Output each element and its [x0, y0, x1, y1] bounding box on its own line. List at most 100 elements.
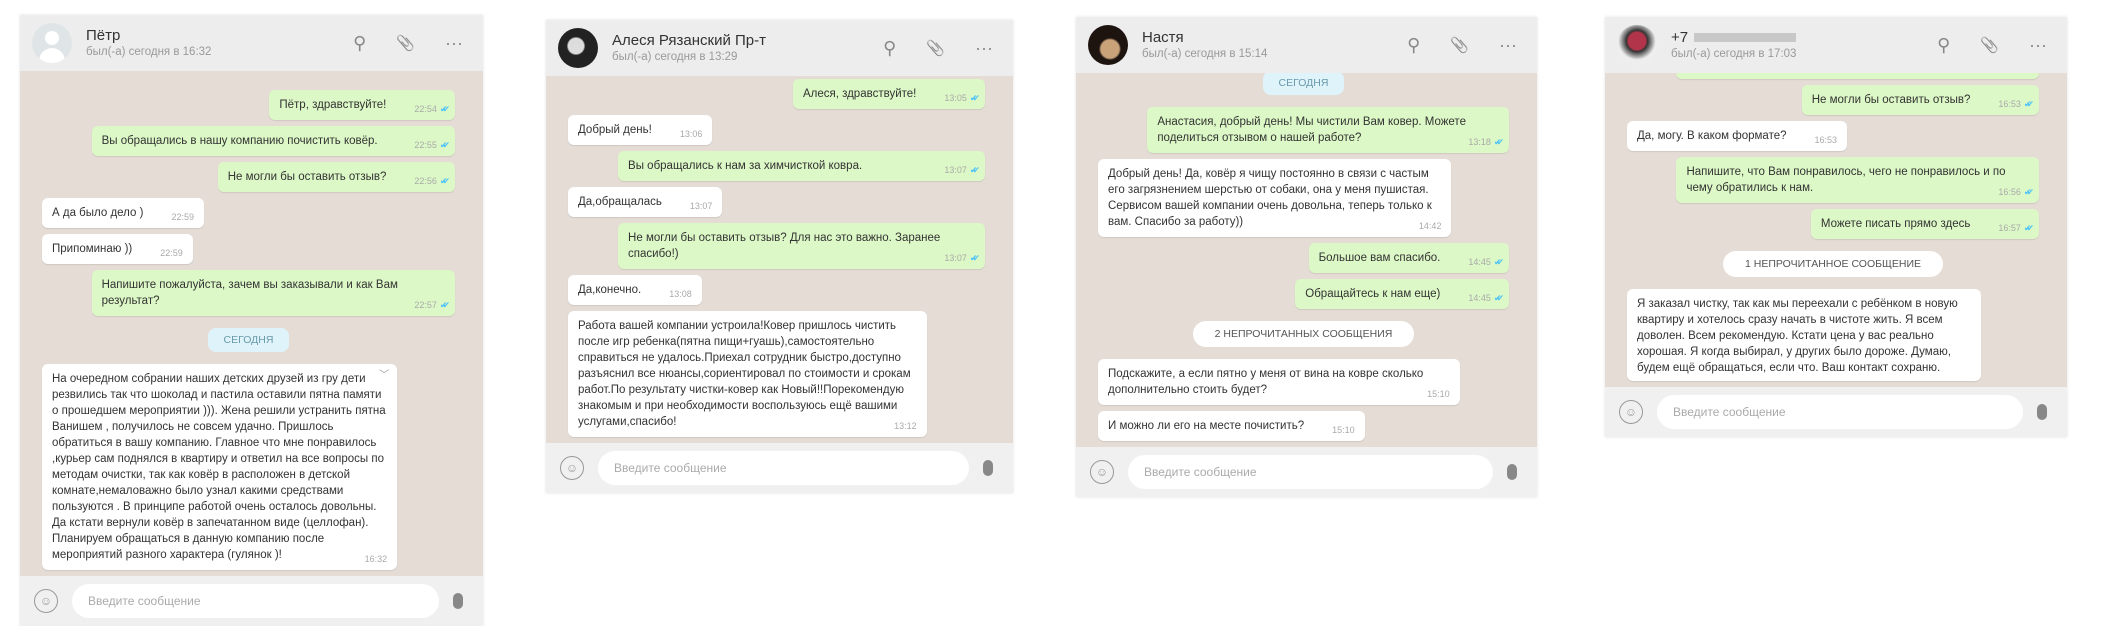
outgoing-message[interactable]: Обращайтесь к нам еще) 14:45 ✔✔ — [1295, 279, 1509, 309]
incoming-message[interactable]: Подскажите, а если пятно у меня от вина … — [1098, 359, 1460, 405]
message-text: Алеся, здравствуйте! — [802, 88, 917, 100]
outgoing-message[interactable]: Напишите пожалуйста, зачем вы заказывали… — [91, 270, 455, 316]
message-list[interactable]: Пётр, здравствуйте! 22:54 ✔✔ Вы обращались … — [20, 71, 483, 576]
contact-info[interactable]: +7 был(-а) сегодня в 17:03 — [1671, 29, 1937, 62]
message-time: 22:56 — [414, 176, 437, 186]
search-icon[interactable]: ⚲ — [1937, 35, 1950, 56]
message-input-placeholder: Введите сообщение — [614, 461, 727, 475]
double-check-icon: ✔✔ — [439, 176, 450, 186]
message-time: 13:12 — [894, 421, 917, 431]
message-time: 16:53 — [1998, 99, 2021, 109]
outgoing-message[interactable]: Можете писать прямо здесь 16:57 ✔✔ — [1810, 209, 2039, 239]
message-meta: 13:06 — [680, 128, 703, 140]
outgoing-message[interactable]: Не могли бы оставить отзыв? 16:53 ✔✔ — [1801, 85, 2039, 115]
search-icon[interactable]: ⚲ — [1407, 35, 1420, 56]
message-time: 16:53 — [1814, 135, 1838, 145]
emoji-icon[interactable]: ☺ — [560, 456, 584, 480]
message-text: Я заказал чистку, так как мы переехали с… — [1637, 298, 1958, 374]
message-time: 22:59 — [160, 248, 183, 258]
message-time: 22:59 — [171, 212, 194, 222]
message-meta: 13:12 — [894, 420, 917, 432]
message-text: Не могли бы оставить отзыв? — [227, 171, 387, 183]
incoming-message[interactable]: И можно ли его на месте почистить? 15:10 — [1098, 411, 1365, 441]
avatar[interactable] — [32, 23, 72, 63]
incoming-message[interactable]: ﹀ На очередном собрании наших детских дру… — [42, 364, 398, 570]
outgoing-message[interactable]: Не могли бы оставить отзыв? 22:56 ✔✔ — [217, 162, 455, 192]
double-check-icon: ✔✔ — [2023, 223, 2034, 233]
incoming-message[interactable]: Да, могу. В каком формате? 16:53 — [1627, 121, 1848, 151]
more-icon[interactable]: ··· — [2029, 35, 2047, 56]
outgoing-message[interactable]: Анастасия, добрый день! Мы чистили Вам к… — [1147, 107, 1509, 153]
header-actions: ⚲ 📎 ··· — [353, 33, 463, 54]
avatar[interactable] — [1088, 25, 1128, 65]
incoming-message[interactable]: Я заказал чистку, так как мы переехали с… — [1627, 289, 1982, 381]
chevron-down-icon[interactable]: ﹀ — [379, 368, 389, 384]
chat-header: Пётр был(-а) сегодня в 16:32 ⚲ 📎 ··· — [20, 15, 483, 71]
emoji-icon[interactable]: ☺ — [1090, 460, 1114, 484]
contact-info[interactable]: Алеся Рязанский Пр-т был(-а) сегодня в 13… — [612, 32, 883, 65]
avatar[interactable] — [1617, 25, 1657, 65]
message-time: 13:05 — [944, 93, 967, 103]
incoming-message[interactable]: Добрый день! Да, ковёр я чищу постоянно … — [1098, 159, 1452, 237]
contact-name: Алеся Рязанский Пр-т — [612, 32, 883, 50]
incoming-message[interactable]: Да,конечно. 13:08 — [568, 275, 702, 305]
message-text: Анастасия, добрый день! Мы чистили Вам к… — [1157, 116, 1466, 144]
message-time: 14:42 — [1418, 221, 1442, 231]
more-icon[interactable]: ··· — [445, 33, 463, 54]
microphone-icon[interactable] — [1507, 464, 1517, 480]
message-input[interactable]: Введите сообщение — [72, 584, 439, 618]
contact-info[interactable]: Настя был(-а) сегодня в 15:14 — [1142, 29, 1407, 62]
outgoing-message[interactable]: Не могли бы оставить отзыв? Для нас это … — [618, 223, 985, 269]
incoming-message[interactable]: Да,обращалась 13:07 — [568, 187, 723, 217]
search-icon[interactable]: ⚲ — [883, 38, 896, 59]
paperclip-icon[interactable]: 📎 — [396, 34, 415, 52]
message-list[interactable]: Михаил, добрый день!16:51✔✔Добрый16:52﹀В… — [1605, 73, 2067, 387]
message-input[interactable]: Введите сообщение — [1128, 455, 1493, 489]
outgoing-message[interactable]: Алеся, здравствуйте! 13:05 ✔✔ — [792, 79, 985, 109]
more-icon[interactable]: ··· — [1499, 35, 1517, 56]
outgoing-message[interactable]: ﹀Вы обращались в нашу компанию почистить… — [1676, 73, 2039, 79]
avatar[interactable] — [558, 28, 598, 68]
double-check-icon: ✔✔ — [2023, 99, 2034, 109]
outgoing-message[interactable]: Пётр, здравствуйте! 22:54 ✔✔ — [269, 90, 455, 120]
incoming-message[interactable]: А да было дело ) 22:59 — [42, 198, 204, 228]
outgoing-message[interactable]: Вы обращались к нам за химчисткой ковра.… — [618, 151, 985, 181]
incoming-message[interactable]: Работа вашей компании устроила!Ковер при… — [568, 311, 927, 437]
date-divider: СЕГОДНЯ — [1262, 73, 1345, 95]
message-meta: 13:07 ✔✔ — [944, 252, 980, 264]
message-time: 13:06 — [679, 129, 703, 139]
microphone-icon[interactable] — [2037, 404, 2047, 420]
emoji-icon[interactable]: ☺ — [34, 589, 58, 613]
emoji-icon[interactable]: ☺ — [1619, 400, 1643, 424]
microphone-icon[interactable] — [453, 593, 463, 609]
incoming-message[interactable]: Припоминаю )) 22:59 — [42, 234, 193, 264]
message-text: На очередном собрании наших детских друз… — [52, 373, 386, 561]
message-list[interactable]: Алеся, здравствуйте! 13:05 ✔✔ Добрый день! 1… — [546, 76, 1013, 443]
date-divider: СЕГОДНЯ — [207, 328, 290, 352]
incoming-message[interactable]: Добрый день! 13:06 — [568, 115, 713, 145]
message-text: Да, могу. В каком формате? — [1637, 130, 1787, 142]
chat-window: Алеся Рязанский Пр-т был(-а) сегодня в 13… — [546, 20, 1013, 493]
contact-info[interactable]: Пётр был(-а) сегодня в 16:32 — [86, 27, 353, 60]
message-text: Подскажите, а если пятно у меня от вина … — [1108, 368, 1424, 396]
outgoing-message[interactable]: Большое вам спасибо. 14:45 ✔✔ — [1308, 243, 1509, 273]
message-time: 14:45 — [1468, 257, 1491, 267]
double-check-icon: ✔✔ — [1493, 137, 1504, 147]
outgoing-message[interactable]: Напишите, что Вам понравилось, чего не п… — [1676, 157, 2039, 203]
paperclip-icon[interactable]: 📎 — [1450, 36, 1469, 54]
outgoing-message[interactable]: Вы обращались в нашу компанию почистить … — [91, 126, 455, 156]
search-icon[interactable]: ⚲ — [353, 33, 366, 54]
contact-name: Пётр — [86, 27, 353, 45]
paperclip-icon[interactable]: 📎 — [1980, 36, 1999, 54]
chat-header: Настя был(-а) сегодня в 15:14 ⚲ 📎 ··· — [1076, 17, 1537, 73]
message-meta: 16:52✔✔ — [1998, 73, 2029, 74]
message-list[interactable]: СЕГОДНЯ Анастасия, добрый день! Мы чистил… — [1076, 73, 1537, 447]
more-icon[interactable]: ··· — [975, 38, 993, 59]
message-input[interactable]: Введите сообщение — [598, 451, 969, 485]
message-input[interactable]: Введите сообщение — [1657, 395, 2023, 429]
paperclip-icon[interactable]: 📎 — [926, 39, 945, 57]
message-time: 15:10 — [1427, 389, 1450, 399]
contact-name-text: +7 — [1671, 28, 1689, 46]
microphone-icon[interactable] — [983, 460, 993, 476]
composer: ☺ Введите сообщение — [20, 576, 483, 626]
